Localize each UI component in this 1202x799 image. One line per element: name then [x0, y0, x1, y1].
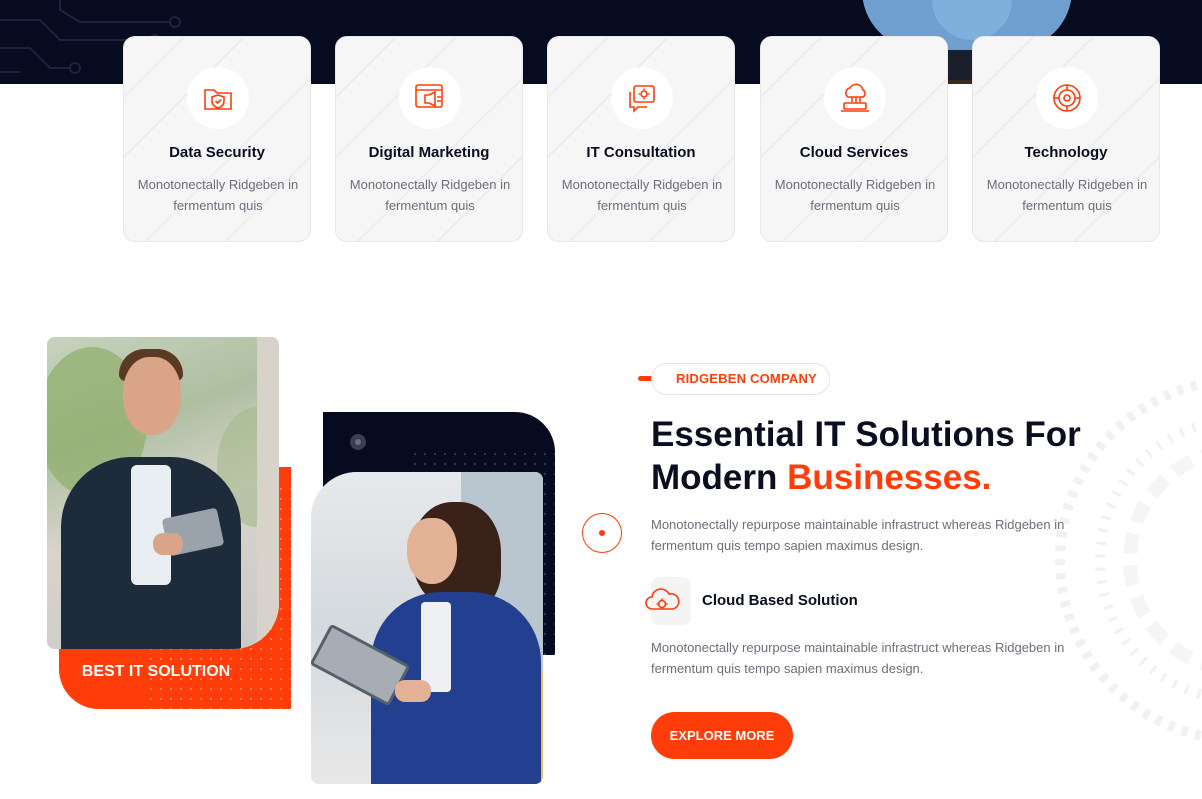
- best-it-solution-label: BEST IT SOLUTION: [81, 663, 231, 680]
- service-title: Digital Marketing: [368, 144, 490, 161]
- cloud-laptop-icon: [824, 67, 886, 129]
- shield-folder-icon: [187, 67, 249, 129]
- cloud-gear-icon: [645, 577, 691, 625]
- target-circle-icon: [582, 513, 622, 553]
- gear-chat-icon: [611, 67, 673, 129]
- businessman-photo: [47, 337, 279, 649]
- service-title: Cloud Services: [799, 144, 909, 161]
- service-title: IT Consultation: [586, 144, 696, 161]
- businesswoman-photo: [311, 472, 543, 784]
- service-card-technology[interactable]: Technology Monotonectally Ridgeben in fe…: [972, 36, 1160, 242]
- service-description: Monotonectally Ridgeben in fermentum qui…: [561, 177, 723, 213]
- section-headline: Essential IT Solutions For Modern Busine…: [651, 413, 1111, 499]
- tech-gear-icon: [1036, 67, 1098, 129]
- section-paragraph-1: Monotonectally repurpose maintainable in…: [651, 517, 1065, 553]
- service-description: Monotonectally Ridgeben in fermentum qui…: [349, 177, 511, 213]
- service-card-digital-marketing[interactable]: Digital Marketing Monotonectally Ridgebe…: [335, 36, 523, 242]
- service-title: Technology: [1024, 144, 1108, 161]
- services-row: Data Security Monotonectally Ridgeben in…: [123, 36, 1161, 242]
- feature-title: Cloud Based Solution: [702, 592, 858, 609]
- radial-decoration: [1055, 378, 1202, 742]
- service-card-it-consultation[interactable]: IT Consultation Monotonectally Ridgeben …: [547, 36, 735, 242]
- section-tag: RIDGEBEN COMPANY: [676, 371, 817, 386]
- service-title: Data Security: [169, 144, 265, 161]
- service-description: Monotonectally Ridgeben in fermentum qui…: [137, 177, 299, 213]
- service-description: Monotonectally Ridgeben in fermentum qui…: [774, 177, 936, 213]
- service-card-data-security[interactable]: Data Security Monotonectally Ridgeben in…: [123, 36, 311, 242]
- headline-accent: Businesses.: [787, 458, 992, 497]
- service-description: Monotonectally Ridgeben in fermentum qui…: [986, 177, 1148, 213]
- megaphone-browser-icon: [399, 67, 461, 129]
- service-card-cloud-services[interactable]: Cloud Services Monotonectally Ridgeben i…: [760, 36, 948, 242]
- explore-more-button[interactable]: EXPLORE MORE: [651, 712, 793, 759]
- section-paragraph-2: Monotonectally repurpose maintainable in…: [651, 640, 1065, 676]
- circle-decoration: [350, 434, 366, 450]
